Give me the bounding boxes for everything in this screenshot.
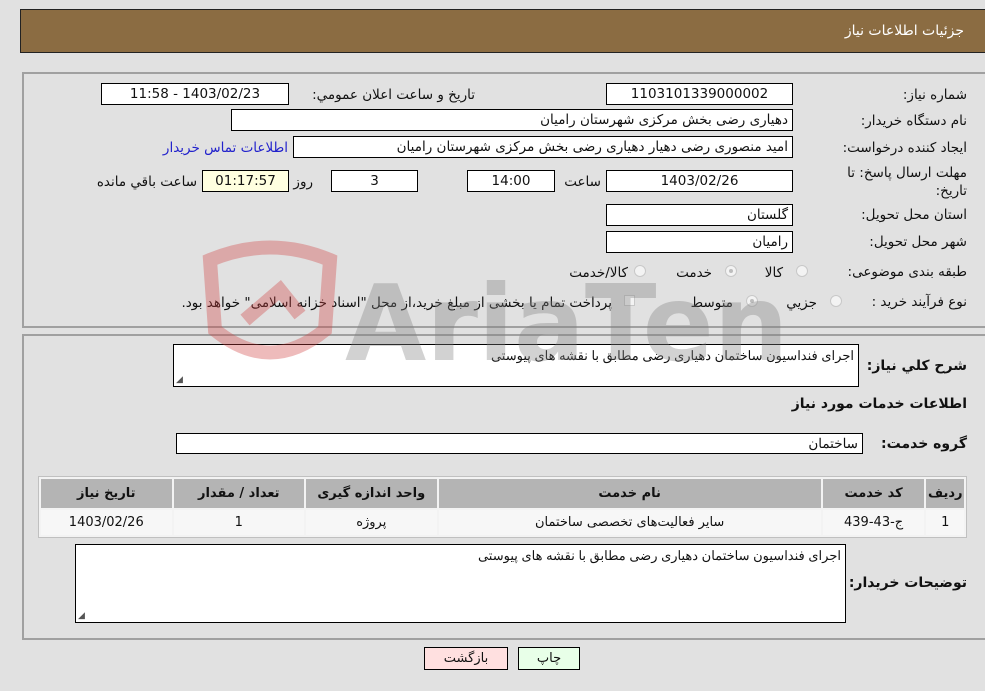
cell-quantity: 1 <box>173 510 305 535</box>
process-radio-medium[interactable] <box>746 295 758 307</box>
buyer-notes-textarea[interactable]: اجرای فنداسیون ساختمان دهیاری رضی مطابق … <box>75 544 846 623</box>
page-title: جزئیات اطلاعات نیاز <box>844 23 964 39</box>
deadline-date-field: 1403/02/26 <box>606 170 793 192</box>
announce-label: تاریخ و ساعت اعلان عمومي: <box>312 87 475 103</box>
city-label: شهر محل تحویل: <box>869 234 967 250</box>
col-header-quantity: تعداد / مقدار <box>173 479 305 508</box>
col-header-unit: واحد اندازه گیری <box>306 479 437 508</box>
cell-service-name: سایر فعالیت‌های تخصصی ساختمان <box>438 510 821 535</box>
process-type-label: نوع فرآیند خرید : <box>871 294 967 310</box>
service-group-label: گروه خدمت: <box>881 436 967 452</box>
services-table: ردیف کد خدمت نام خدمت واحد اندازه گیری ت… <box>38 476 967 538</box>
cell-service-code: ج-43-439 <box>822 510 925 535</box>
cell-need-date: 1403/02/26 <box>41 510 172 535</box>
deadline-time-field: 14:00 <box>467 170 555 192</box>
buyer-notes-label: توضیحات خریدار: <box>848 575 967 591</box>
category-option-goods-service: کالا/خدمت <box>569 265 628 281</box>
treasury-checkbox[interactable] <box>624 295 635 306</box>
buyer-org-field: دهیاری رضی بخش مرکزی شهرستان رامیان <box>231 109 793 131</box>
page-header: جزئیات اطلاعات نیاز <box>20 9 985 53</box>
col-header-service-name: نام خدمت <box>438 479 821 508</box>
description-textarea[interactable]: اجرای فنداسیون ساختمان دهیاری رضی مطابق … <box>173 344 859 387</box>
treasury-note: پرداخت تمام يا بخشی از مبلغ خرید،از محل … <box>181 295 612 311</box>
service-group-field: ساختمان <box>176 433 863 454</box>
description-label: شرح کلي نياز: <box>866 358 967 374</box>
deadline-label-date: تاریخ: <box>935 183 967 199</box>
category-option-goods: کالا <box>764 265 783 281</box>
col-header-need-date: تاریخ نیاز <box>41 479 172 508</box>
resize-handle-icon[interactable]: ◢ <box>78 610 85 621</box>
deadline-label: مهلت ارسال پاسخ: تا <box>847 165 967 181</box>
announce-datetime-field: 1403/02/23 - 11:58 <box>101 83 289 105</box>
description-text: اجرای فنداسیون ساختمان دهیاری رضی مطابق … <box>490 348 854 363</box>
category-radio-goods-service[interactable] <box>634 265 646 277</box>
time-label: ساعت <box>564 174 601 190</box>
category-radio-goods[interactable] <box>796 265 808 277</box>
city-field: رامیان <box>606 231 793 253</box>
cell-row-number: 1 <box>926 510 964 535</box>
buyer-contact-link[interactable]: اطلاعات تماس خریدار <box>163 140 288 156</box>
need-number-label: شماره نیاز: <box>902 87 967 103</box>
category-radio-service[interactable] <box>725 265 737 277</box>
process-option-medium: متوسط <box>690 295 733 311</box>
need-number-field: 1103101339000002 <box>606 83 793 105</box>
province-field: گلستان <box>606 204 793 226</box>
col-header-service-code: کد خدمت <box>822 479 925 508</box>
table-row: 1 ج-43-439 سایر فعالیت‌های تخصصی ساختمان… <box>41 510 964 535</box>
creator-label: ایجاد کننده درخواست: <box>842 140 967 156</box>
print-button[interactable]: چاپ <box>518 647 580 670</box>
category-option-service: خدمت <box>676 265 712 281</box>
back-button[interactable]: بازگشت <box>424 647 508 670</box>
resize-handle-icon[interactable]: ◢ <box>176 374 183 385</box>
remaining-time-label: ساعت باقي مانده <box>96 174 197 190</box>
process-radio-minor[interactable] <box>830 295 842 307</box>
process-option-minor: جزيي <box>786 295 817 311</box>
buyer-notes-text: اجرای فنداسیون ساختمان دهیاری رضی مطابق … <box>477 548 841 563</box>
table-header-row: ردیف کد خدمت نام خدمت واحد اندازه گیری ت… <box>41 479 964 508</box>
days-remaining-field: 3 <box>331 170 418 192</box>
col-header-row-number: ردیف <box>926 479 964 508</box>
creator-field: امید منصوری رضی دهیار دهیاری رضی بخش مرک… <box>293 136 793 158</box>
buyer-org-label: نام دستگاه خريدار: <box>860 113 967 129</box>
category-label: طبقه بندی موضوعی: <box>847 264 967 280</box>
remaining-time-field: 01:17:57 <box>202 170 289 192</box>
services-section-title: اطلاعات خدمات مورد نیاز <box>791 396 967 412</box>
province-label: استان محل تحویل: <box>861 207 967 223</box>
cell-unit: پروژه <box>306 510 437 535</box>
